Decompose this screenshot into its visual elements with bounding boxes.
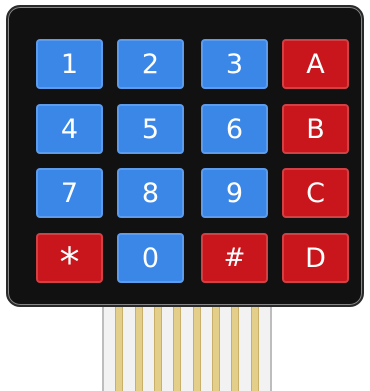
key-6[interactable]: 6 bbox=[201, 104, 268, 154]
ribbon-pin bbox=[231, 307, 240, 391]
ribbon-pin bbox=[192, 307, 201, 391]
key-9[interactable]: 9 bbox=[201, 168, 268, 218]
ribbon-pin bbox=[212, 307, 220, 391]
key-4[interactable]: 4 bbox=[36, 104, 103, 154]
ribbon-pin bbox=[115, 307, 124, 391]
ribbon-pin bbox=[250, 307, 259, 391]
keypad-module: 1 2 3 A 4 5 6 B 7 8 9 C * 0 # D bbox=[0, 0, 370, 391]
ribbon-pin bbox=[134, 307, 143, 391]
key-3[interactable]: 3 bbox=[201, 39, 268, 89]
key-7[interactable]: 7 bbox=[36, 168, 103, 218]
key-hash[interactable]: # bbox=[201, 233, 268, 283]
key-1[interactable]: 1 bbox=[36, 39, 103, 89]
key-2[interactable]: 2 bbox=[117, 39, 184, 89]
ribbon-connector bbox=[102, 307, 272, 391]
key-a[interactable]: A bbox=[282, 39, 349, 89]
key-0[interactable]: 0 bbox=[117, 233, 184, 283]
key-8[interactable]: 8 bbox=[117, 168, 184, 218]
ribbon-pin bbox=[154, 307, 162, 391]
key-d[interactable]: D bbox=[282, 233, 349, 283]
key-b[interactable]: B bbox=[282, 104, 349, 154]
key-star[interactable]: * bbox=[36, 233, 103, 283]
ribbon-pin bbox=[173, 307, 182, 391]
key-c[interactable]: C bbox=[282, 168, 349, 218]
key-5[interactable]: 5 bbox=[117, 104, 184, 154]
